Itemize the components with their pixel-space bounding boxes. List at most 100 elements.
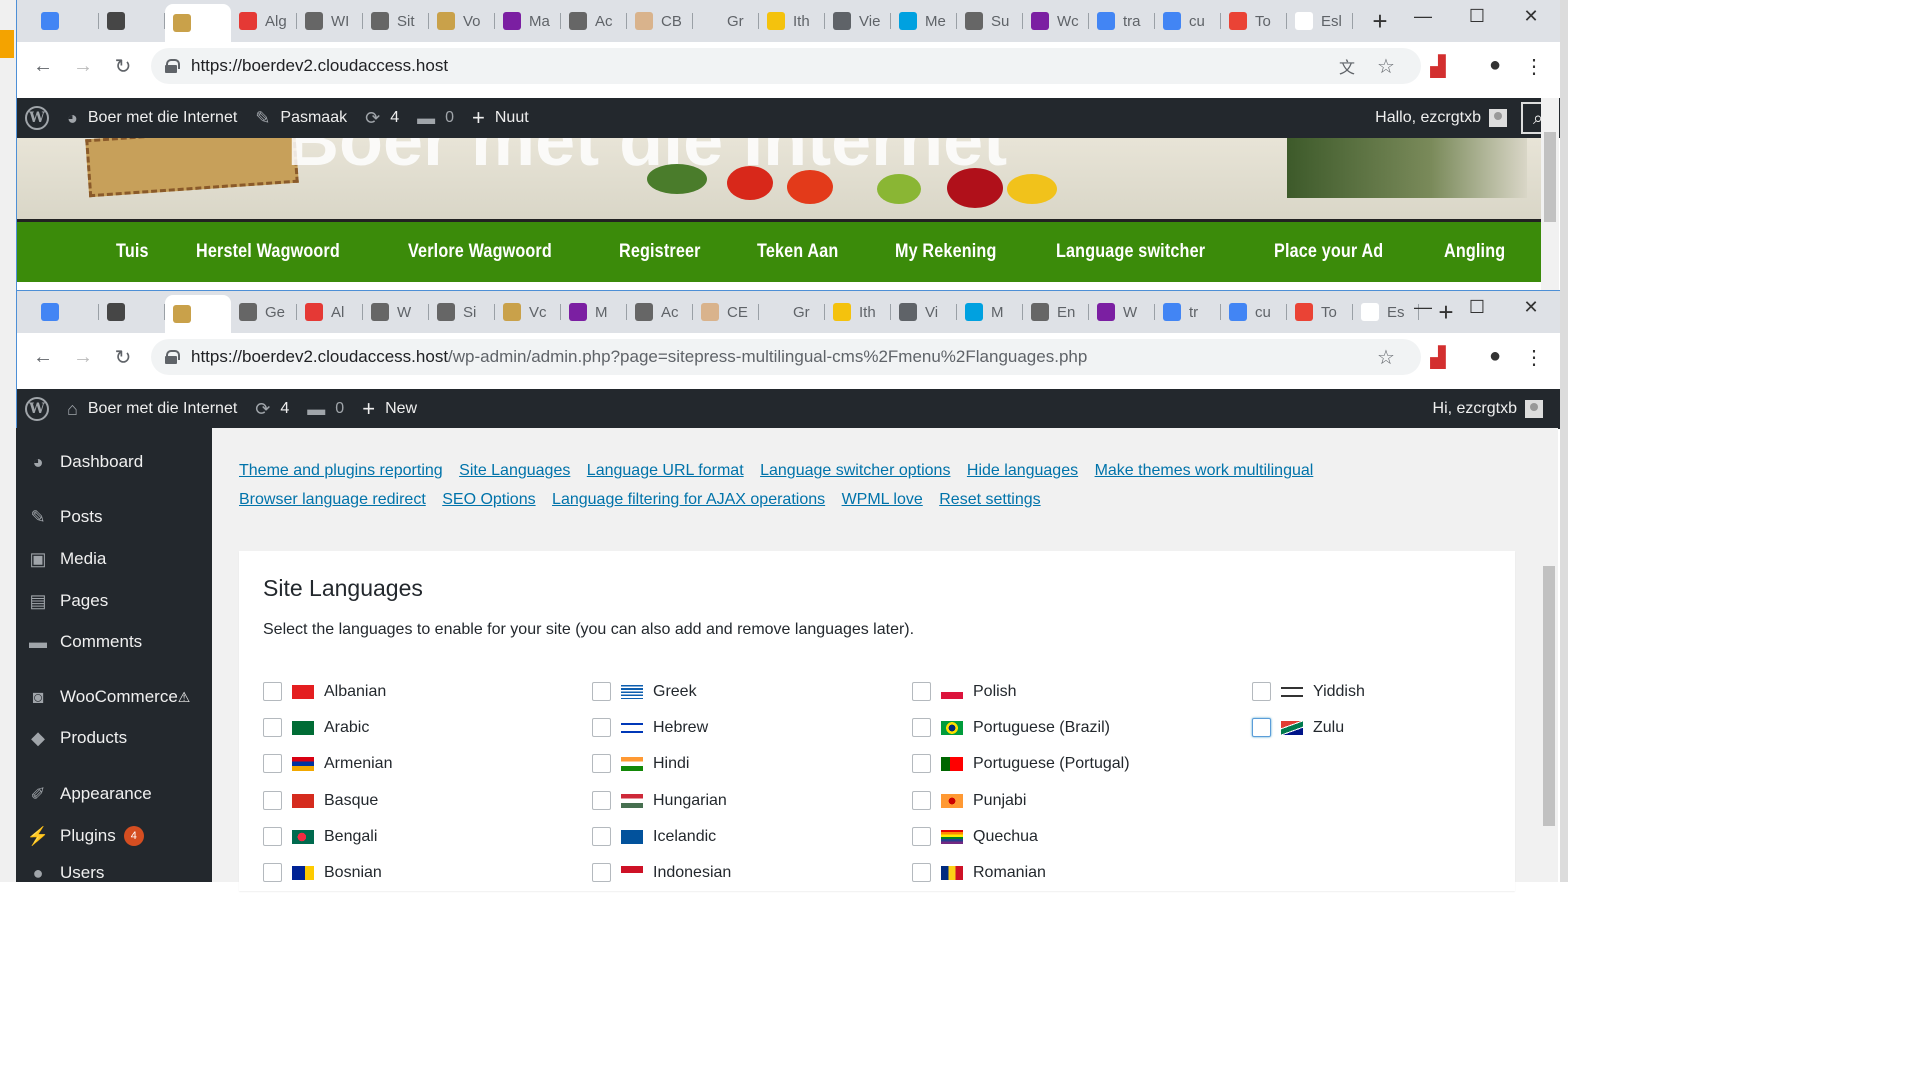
- link-reset-settings[interactable]: Reset settings: [939, 491, 1040, 508]
- top-close-button[interactable]: ✕: [1511, 6, 1551, 27]
- language-option-arabic[interactable]: Arabic: [263, 718, 369, 737]
- language-option-icelandic[interactable]: Icelandic: [592, 827, 716, 846]
- top-tab[interactable]: tra: [1089, 6, 1155, 36]
- top-tab[interactable]: Vie: [825, 6, 891, 36]
- bottom-address-bar[interactable]: https://boerdev2.cloudaccess.host/wp-adm…: [151, 339, 1421, 375]
- sidebar-item-products[interactable]: ◆ Products: [26, 728, 127, 748]
- language-checkbox[interactable]: [912, 718, 931, 737]
- wordpress-logo-icon[interactable]: W: [25, 106, 49, 130]
- top-tab[interactable]: cu: [1155, 6, 1221, 36]
- bottom-tab[interactable]: Vi: [891, 297, 957, 327]
- bottom-tab[interactable]: Ge: [231, 297, 297, 327]
- sidebar-item-media[interactable]: ▣ Media: [26, 549, 106, 569]
- bottom-tab[interactable]: Ith: [825, 297, 891, 327]
- top-tab[interactable]: Alg: [231, 6, 297, 36]
- menu-item-teken-aan[interactable]: Teken Aan: [757, 241, 838, 263]
- menu-item-verlore-wagwoord[interactable]: Verlore Wagwoord: [408, 241, 552, 263]
- translate-icon[interactable]: 文: [1334, 54, 1360, 78]
- top-tab[interactable]: Sit: [363, 6, 429, 36]
- bottom-pdf-extension-icon[interactable]: ▟: [1425, 345, 1451, 370]
- bottom-back-icon[interactable]: ←: [23, 346, 63, 369]
- link-wpml-love[interactable]: WPML love: [842, 491, 923, 508]
- language-option-hungarian[interactable]: Hungarian: [592, 791, 727, 810]
- bottom-close-button[interactable]: ✕: [1511, 297, 1551, 318]
- customize-link[interactable]: ✎ Pasmaak: [255, 108, 347, 129]
- top-minimize-button[interactable]: —: [1403, 6, 1443, 27]
- top-menu-icon[interactable]: ⋮: [1521, 54, 1547, 79]
- bottom-tab[interactable]: Vc: [495, 297, 561, 327]
- bottom-tab[interactable]: tr: [1155, 297, 1221, 327]
- bottom-profile-icon[interactable]: ●: [1482, 345, 1508, 368]
- language-checkbox[interactable]: [592, 791, 611, 810]
- top-tab[interactable]: [99, 6, 165, 36]
- top-site-name-link[interactable]: ◕ Boer met die Internet: [67, 108, 237, 129]
- sidebar-item-users[interactable]: ● Users: [26, 863, 105, 883]
- top-comments-link[interactable]: ▬ 0: [417, 108, 454, 129]
- top-tab[interactable]: [165, 4, 231, 42]
- link-seo-options[interactable]: SEO Options: [442, 491, 535, 508]
- bottom-forward-icon[interactable]: →: [63, 346, 103, 369]
- top-tab[interactable]: Wc: [1023, 6, 1089, 36]
- top-tab[interactable]: Esl: [1287, 6, 1353, 36]
- language-checkbox[interactable]: [912, 754, 931, 773]
- top-updates-link[interactable]: ⟳ 4: [365, 108, 399, 129]
- wordpress-logo-icon[interactable]: W: [25, 397, 49, 421]
- top-back-icon[interactable]: ←: [23, 55, 63, 78]
- sidebar-item-pages[interactable]: ▤ Pages: [26, 591, 108, 611]
- language-checkbox[interactable]: [263, 863, 282, 882]
- bottom-tab[interactable]: Gr: [759, 297, 825, 327]
- top-tab[interactable]: Ma: [495, 6, 561, 36]
- bottom-maximize-button[interactable]: ☐: [1457, 297, 1497, 318]
- language-checkbox[interactable]: [592, 863, 611, 882]
- bottom-menu-icon[interactable]: ⋮: [1521, 345, 1547, 370]
- link-language-url-format[interactable]: Language URL format: [587, 462, 744, 479]
- top-account-link[interactable]: Hallo, ezcrgtxb: [1375, 109, 1507, 127]
- language-checkbox[interactable]: [912, 682, 931, 701]
- bottom-tab[interactable]: W: [1089, 297, 1155, 327]
- link-make-themes-work-multilingual[interactable]: Make themes work multilingual: [1095, 462, 1314, 479]
- menu-item-registreer[interactable]: Registreer: [619, 241, 701, 263]
- language-checkbox[interactable]: [592, 718, 611, 737]
- new-tab-button[interactable]: +: [1365, 6, 1395, 37]
- top-tab[interactable]: Ith: [759, 6, 825, 36]
- top-profile-icon[interactable]: ●: [1482, 54, 1508, 77]
- language-option-quechua[interactable]: Quechua: [912, 827, 1038, 846]
- sidebar-item-dashboard[interactable]: ◕ Dashboard: [26, 452, 144, 472]
- top-bookmark-star-icon[interactable]: ☆: [1373, 54, 1399, 79]
- language-option-indonesian[interactable]: Indonesian: [592, 863, 731, 882]
- language-option-armenian[interactable]: Armenian: [263, 754, 392, 773]
- sidebar-item-woocommerce[interactable]: ◙ WooCommerce ⚠: [26, 687, 191, 707]
- language-checkbox[interactable]: [592, 682, 611, 701]
- language-checkbox[interactable]: [263, 682, 282, 701]
- language-option-romanian[interactable]: Romanian: [912, 863, 1046, 882]
- bottom-scrollbar[interactable]: [1540, 428, 1558, 882]
- bottom-tab[interactable]: M: [561, 297, 627, 327]
- top-tab[interactable]: To: [1221, 6, 1287, 36]
- language-checkbox[interactable]: [263, 791, 282, 810]
- language-option-yiddish[interactable]: Yiddish: [1252, 682, 1365, 701]
- top-tab[interactable]: CB: [627, 6, 693, 36]
- top-address-bar[interactable]: https://boerdev2.cloudaccess.host: [151, 48, 1421, 84]
- bottom-tab[interactable]: En: [1023, 297, 1089, 327]
- bottom-tab[interactable]: [33, 297, 99, 327]
- bottom-scrollbar-thumb[interactable]: [1543, 566, 1555, 826]
- link-theme-and-plugins-reporting[interactable]: Theme and plugins reporting: [239, 462, 443, 479]
- language-option-albanian[interactable]: Albanian: [263, 682, 386, 701]
- bottom-tab[interactable]: W: [363, 297, 429, 327]
- language-option-basque[interactable]: Basque: [263, 791, 378, 810]
- language-option-bengali[interactable]: Bengali: [263, 827, 377, 846]
- link-language-filtering-for-ajax-operations[interactable]: Language filtering for AJAX operations: [552, 491, 825, 508]
- top-tab[interactable]: Su: [957, 6, 1023, 36]
- language-option-polish[interactable]: Polish: [912, 682, 1017, 701]
- sidebar-item-appearance[interactable]: ✐ Appearance: [26, 784, 151, 804]
- top-tab[interactable]: Me: [891, 6, 957, 36]
- language-checkbox[interactable]: [912, 791, 931, 810]
- menu-item-language-switcher[interactable]: Language switcher: [1056, 241, 1205, 263]
- bottom-account-link[interactable]: Hi, ezcrgtxb: [1433, 400, 1543, 418]
- sidebar-item-comments[interactable]: ▬ Comments: [26, 632, 142, 652]
- sidebar-item-posts[interactable]: ✎ Posts: [26, 507, 102, 527]
- link-language-switcher-options[interactable]: Language switcher options: [760, 462, 950, 479]
- bottom-tab[interactable]: M: [957, 297, 1023, 327]
- link-hide-languages[interactable]: Hide languages: [967, 462, 1078, 479]
- top-scrollbar[interactable]: [1541, 98, 1559, 290]
